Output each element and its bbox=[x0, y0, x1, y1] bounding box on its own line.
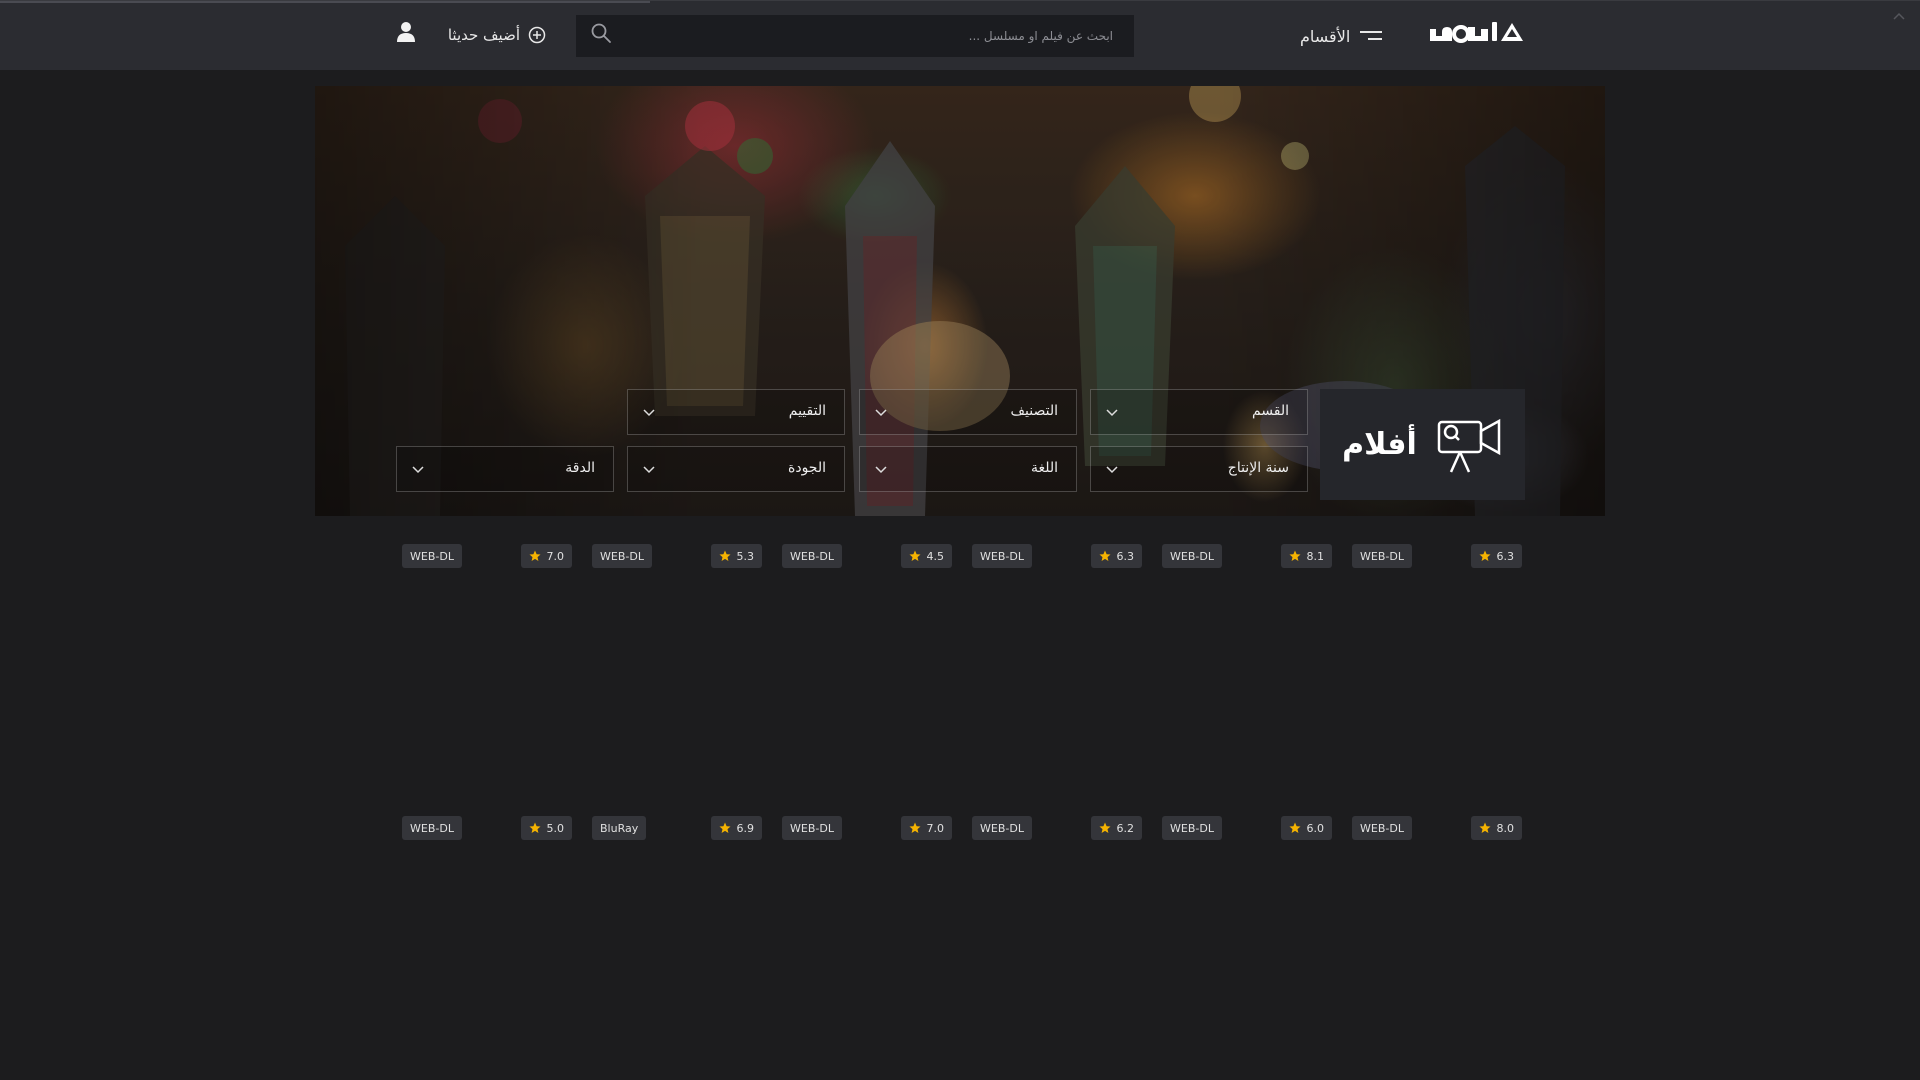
rating-value: 6.3 bbox=[1116, 549, 1135, 563]
quality-badge: WEB-DL bbox=[592, 544, 652, 568]
star-icon bbox=[1099, 822, 1110, 833]
rating-value: 6.3 bbox=[1496, 549, 1515, 563]
filter-quality-dropdown[interactable]: الجودة bbox=[627, 446, 845, 492]
rating-value: 6.0 bbox=[1306, 821, 1325, 835]
rating-badge: 7.0 bbox=[520, 544, 572, 568]
movie-card[interactable]: 7.0 WEB-DL bbox=[402, 544, 572, 784]
quality-badge: WEB-DL bbox=[782, 816, 842, 840]
section-title: أفلام bbox=[1342, 427, 1417, 462]
rating-value: 7.0 bbox=[546, 549, 565, 563]
rating-badge: 8.1 bbox=[1280, 544, 1332, 568]
filter-label: التقييم bbox=[788, 403, 826, 419]
rating-value: 8.1 bbox=[1306, 549, 1325, 563]
recently-added-label: أضيف حديثا bbox=[447, 26, 520, 44]
filter-label: اللغة bbox=[1030, 460, 1058, 476]
categories-menu-label: الأقسام bbox=[1300, 26, 1351, 46]
rating-badge: 6.2 bbox=[1090, 816, 1142, 840]
rating-badge: 7.0 bbox=[900, 816, 952, 840]
star-icon bbox=[719, 550, 730, 561]
star-icon bbox=[529, 822, 540, 833]
video-camera-icon bbox=[1437, 418, 1501, 473]
star-icon bbox=[719, 822, 730, 833]
rating-value: 8.0 bbox=[1496, 821, 1515, 835]
chevron-down-icon bbox=[875, 466, 887, 474]
hamburger-icon bbox=[1360, 29, 1383, 43]
categories-menu-button[interactable]: الأقسام bbox=[1300, 19, 1415, 53]
filter-category-dropdown[interactable]: التصنيف bbox=[859, 389, 1077, 435]
plus-circle-icon bbox=[528, 26, 546, 44]
star-icon bbox=[909, 550, 920, 561]
rating-badge: 5.3 bbox=[710, 544, 762, 568]
site-logo[interactable] bbox=[1428, 19, 1523, 49]
filter-rating-dropdown[interactable]: التقييم bbox=[627, 389, 845, 435]
quality-badge: WEB-DL bbox=[972, 544, 1032, 568]
hero-banner: أفلام القسم التصنيف التقييم سنة الإنتاج … bbox=[315, 86, 1605, 516]
star-icon bbox=[529, 550, 540, 561]
rating-badge: 8.0 bbox=[1470, 816, 1522, 840]
movie-card[interactable]: 4.5 WEB-DL bbox=[782, 544, 952, 784]
movie-card[interactable]: 5.3 WEB-DL bbox=[592, 544, 762, 784]
star-icon bbox=[909, 822, 920, 833]
chevron-up-icon[interactable] bbox=[1892, 11, 1906, 21]
movie-card[interactable]: 6.2 WEB-DL bbox=[972, 816, 1142, 1056]
rating-value: 5.3 bbox=[736, 549, 755, 563]
movie-card[interactable]: 8.0 WEB-DL bbox=[1352, 816, 1522, 1056]
rating-badge: 6.3 bbox=[1470, 544, 1522, 568]
filter-label: الجودة bbox=[788, 460, 826, 476]
quality-badge: WEB-DL bbox=[402, 544, 462, 568]
top-header: الأقسام أضيف حديثا bbox=[0, 0, 1920, 70]
rating-value: 5.0 bbox=[546, 821, 565, 835]
movie-card[interactable]: 6.9 BluRay bbox=[592, 816, 762, 1056]
rating-badge: 5.0 bbox=[520, 816, 572, 840]
rating-value: 6.2 bbox=[1116, 821, 1135, 835]
star-icon bbox=[1479, 822, 1490, 833]
filter-language-dropdown[interactable]: اللغة bbox=[859, 446, 1077, 492]
filter-label: الدقة bbox=[565, 460, 595, 476]
rating-badge: 6.3 bbox=[1090, 544, 1142, 568]
movie-card[interactable]: 6.0 WEB-DL bbox=[1162, 816, 1332, 1056]
search-input[interactable] bbox=[621, 15, 1121, 57]
quality-badge: BluRay bbox=[592, 816, 647, 840]
filter-label: سنة الإنتاج bbox=[1227, 460, 1289, 476]
search-bar bbox=[576, 15, 1134, 57]
chevron-down-icon bbox=[643, 466, 655, 474]
rating-badge: 4.5 bbox=[900, 544, 952, 568]
star-icon bbox=[1479, 550, 1490, 561]
user-icon[interactable] bbox=[395, 21, 417, 43]
quality-badge: WEB-DL bbox=[1352, 816, 1412, 840]
chevron-down-icon bbox=[1106, 409, 1118, 417]
filter-section-dropdown[interactable]: القسم bbox=[1090, 389, 1308, 435]
chevron-down-icon bbox=[412, 466, 424, 474]
recently-added-link[interactable]: أضيف حديثا bbox=[446, 21, 546, 49]
quality-badge: WEB-DL bbox=[402, 816, 462, 840]
quality-badge: WEB-DL bbox=[1352, 544, 1412, 568]
quality-badge: WEB-DL bbox=[1162, 544, 1222, 568]
quality-badge: WEB-DL bbox=[972, 816, 1032, 840]
movie-card[interactable]: 6.3 WEB-DL bbox=[972, 544, 1142, 784]
chevron-down-icon bbox=[1106, 466, 1118, 474]
filter-resolution-dropdown[interactable]: الدقة bbox=[396, 446, 614, 492]
star-icon bbox=[1289, 550, 1300, 561]
star-icon bbox=[1289, 822, 1300, 833]
movie-card[interactable]: 5.0 WEB-DL bbox=[402, 816, 572, 1056]
filter-year-dropdown[interactable]: سنة الإنتاج bbox=[1090, 446, 1308, 492]
movie-card[interactable]: 7.0 WEB-DL bbox=[782, 816, 952, 1056]
section-header-card: أفلام bbox=[1320, 389, 1525, 500]
loading-bar bbox=[0, 1, 650, 3]
rating-badge: 6.0 bbox=[1280, 816, 1332, 840]
rating-value: 7.0 bbox=[926, 821, 945, 835]
rating-value: 4.5 bbox=[926, 549, 945, 563]
search-icon[interactable] bbox=[590, 22, 612, 44]
star-icon bbox=[1099, 550, 1110, 561]
quality-badge: WEB-DL bbox=[782, 544, 842, 568]
chevron-down-icon bbox=[643, 409, 655, 417]
filter-label: القسم bbox=[1251, 403, 1289, 419]
filter-label: التصنيف bbox=[1010, 403, 1058, 419]
chevron-down-icon bbox=[875, 409, 887, 417]
rating-badge: 6.9 bbox=[710, 816, 762, 840]
quality-badge: WEB-DL bbox=[1162, 816, 1222, 840]
movie-card[interactable]: 8.1 WEB-DL bbox=[1162, 544, 1332, 784]
movie-card[interactable]: 6.3 WEB-DL bbox=[1352, 544, 1522, 784]
rating-value: 6.9 bbox=[736, 821, 755, 835]
